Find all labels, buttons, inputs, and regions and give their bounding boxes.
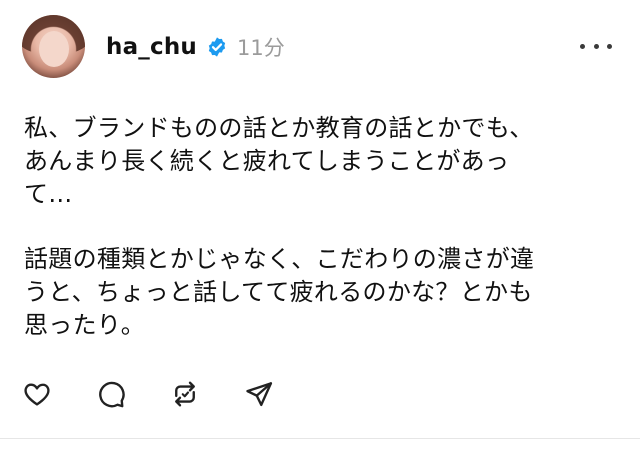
post-paragraph-1: 私、ブランドものの話とか教育の話とかでも、 あんまり長く続くと疲れてしまうことが…	[24, 114, 534, 208]
action-bar	[21, 378, 317, 410]
post-paragraph-2: 話題の種類とかじゃなく、こだわりの濃さが違 うと、ちょっと話してて疲れるのかな？…	[24, 245, 535, 339]
verified-badge-icon	[206, 36, 228, 58]
more-dot	[607, 43, 612, 49]
heart-icon	[24, 383, 50, 406]
post-divider	[0, 438, 640, 439]
reply-button[interactable]	[95, 378, 127, 410]
post-header: ha_chu 11分	[106, 30, 285, 64]
more-options-icon[interactable]	[580, 36, 612, 56]
username[interactable]: ha_chu	[106, 34, 197, 60]
more-dot	[593, 43, 599, 49]
repost-icon	[175, 381, 195, 407]
thread-post: ha_chu 11分 私、ブランドものの話とか教育の話とかでも、 あんまり長く続…	[0, 0, 640, 455]
avatar[interactable]	[22, 15, 85, 78]
post-time: 11分	[236, 36, 285, 60]
comment-icon	[99, 381, 125, 408]
send-icon	[246, 382, 273, 407]
repost-button[interactable]	[169, 378, 201, 410]
more-dot	[580, 43, 585, 49]
avatar-face	[39, 31, 69, 67]
share-button[interactable]	[243, 378, 275, 410]
like-button[interactable]	[21, 378, 53, 410]
